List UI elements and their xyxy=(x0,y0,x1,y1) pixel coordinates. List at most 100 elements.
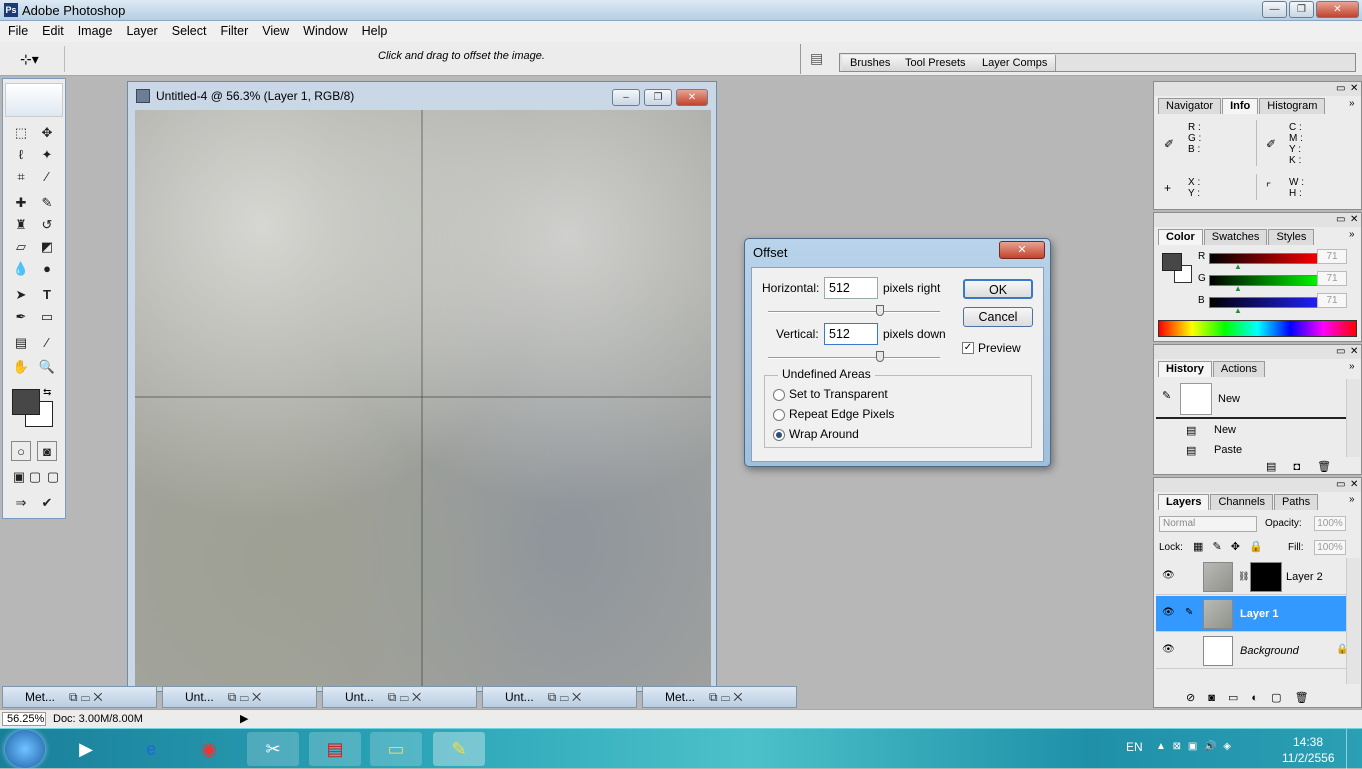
channel-g-thumb[interactable]: ▲ xyxy=(1234,284,1242,293)
tab-styles[interactable]: Styles xyxy=(1268,229,1315,245)
tab-actions[interactable]: Actions xyxy=(1212,361,1265,377)
standard-mode-icon[interactable]: ○ xyxy=(11,441,31,461)
fill-value[interactable]: 100% xyxy=(1314,540,1346,555)
close-button[interactable]: ✕ xyxy=(1316,1,1359,18)
vertical-input[interactable]: 512 xyxy=(824,323,878,345)
panel-minimize-icon[interactable]: ▭ xyxy=(1336,214,1345,225)
layers-scrollbar[interactable] xyxy=(1346,558,1360,684)
menu-window[interactable]: Window xyxy=(295,21,353,38)
history-scrollbar[interactable] xyxy=(1346,379,1360,457)
tab-info[interactable]: Info xyxy=(1222,98,1259,114)
panel-minimize-icon[interactable]: ▭ xyxy=(1336,346,1345,357)
history-item[interactable]: ▤ New xyxy=(1156,421,1346,441)
color-ramp[interactable] xyxy=(1158,320,1357,337)
language-indicator[interactable]: EN xyxy=(1126,740,1143,754)
slice-tool-icon[interactable]: ∕ xyxy=(37,167,57,187)
channel-g-slider[interactable] xyxy=(1209,275,1323,286)
doc-restore-button[interactable]: ❐ xyxy=(644,89,672,106)
edit-in-imageready-icon[interactable]: ✔ xyxy=(37,493,57,513)
channel-r-value[interactable]: 71 xyxy=(1317,249,1347,264)
panel-menu-icon[interactable]: » xyxy=(1349,361,1355,372)
screen-mode-full-icon[interactable]: ▢ xyxy=(43,467,63,487)
panel-close-icon[interactable]: ✕ xyxy=(1350,83,1358,94)
doc-close-button[interactable]: ✕ xyxy=(676,89,708,106)
minidoc-controls-icon[interactable]: ⧉ ▭ ✕ xyxy=(228,690,262,704)
minidoc-controls-icon[interactable]: ⧉ ▭ ✕ xyxy=(709,690,743,704)
visibility-eye-icon[interactable]: 👁 xyxy=(1162,644,1175,655)
menu-select[interactable]: Select xyxy=(164,21,213,38)
status-menu-arrow-icon[interactable]: ▶ xyxy=(240,712,248,725)
menu-filter[interactable]: Filter xyxy=(212,21,254,38)
panel-menu-icon[interactable]: » xyxy=(1349,494,1355,505)
channel-g-value[interactable]: 71 xyxy=(1317,271,1347,286)
radio-wrap-around[interactable] xyxy=(773,429,785,441)
healing-brush-icon[interactable]: ✚ xyxy=(11,193,31,213)
history-brush-icon[interactable]: ↺ xyxy=(37,215,57,235)
stamp-tool-icon[interactable]: ♜ xyxy=(11,215,31,235)
history-item[interactable]: ▤ Paste xyxy=(1156,441,1346,461)
tab-channels[interactable]: Channels xyxy=(1210,494,1273,510)
doc-minimize-button[interactable]: – xyxy=(612,89,640,106)
history-snapshot[interactable]: ✎ New xyxy=(1156,379,1348,419)
restore-button[interactable]: ❐ xyxy=(1289,1,1314,18)
minimize-button[interactable]: — xyxy=(1262,1,1287,18)
path-selection-icon[interactable]: ➤ xyxy=(11,285,31,305)
radio-set-to-transparent[interactable] xyxy=(773,389,785,401)
panel-menu-icon[interactable]: » xyxy=(1349,98,1355,109)
jump-to-imageready-icon[interactable]: ⇒ xyxy=(11,493,31,513)
paint-bucket-icon[interactable]: ◩ xyxy=(37,237,57,257)
minimized-doc-3[interactable]: Unt... ⧉ ▭ ✕ xyxy=(322,686,477,708)
panel-close-icon[interactable]: ✕ xyxy=(1350,479,1358,490)
dialog-close-button[interactable]: ✕ xyxy=(999,241,1045,259)
panel-minimize-icon[interactable]: ▭ xyxy=(1336,83,1345,94)
panel-menu-icon[interactable]: » xyxy=(1349,229,1355,240)
minimized-doc-1[interactable]: Met... ⧉ ▭ ✕ xyxy=(2,686,157,708)
minidoc-controls-icon[interactable]: ⧉ ▭ ✕ xyxy=(388,690,422,704)
internet-explorer-icon[interactable]: e xyxy=(125,732,177,766)
cancel-button[interactable]: Cancel xyxy=(963,307,1033,327)
radio-repeat-edge-pixels[interactable] xyxy=(773,409,785,421)
tab-swatches[interactable]: Swatches xyxy=(1203,229,1268,245)
horizontal-input[interactable]: 512 xyxy=(824,277,878,299)
zoom-level[interactable]: 56.25% xyxy=(2,712,46,726)
layer-row-layer-2[interactable]: 👁 ⛓ Layer 2 xyxy=(1156,559,1346,595)
channel-r-slider[interactable] xyxy=(1209,253,1323,264)
start-button[interactable] xyxy=(5,730,45,768)
file-explorer-icon[interactable]: ▭ xyxy=(370,732,422,766)
panel-close-icon[interactable]: ✕ xyxy=(1350,346,1358,357)
show-desktop-button[interactable] xyxy=(1346,729,1362,769)
notes-tool-icon[interactable]: ▤ xyxy=(11,333,31,353)
tab-paths[interactable]: Paths xyxy=(1273,494,1319,510)
panel-minimize-icon[interactable]: ▭ xyxy=(1336,479,1345,490)
type-tool-icon[interactable]: T xyxy=(37,285,57,305)
image-canvas[interactable] xyxy=(135,110,711,687)
tab-tool-presets[interactable]: Tool Presets xyxy=(897,55,975,71)
minimized-doc-4[interactable]: Unt... ⧉ ▭ ✕ xyxy=(482,686,637,708)
rectangle-tool-icon[interactable]: ▭ xyxy=(37,307,57,327)
lasso-tool-icon[interactable]: ℓ xyxy=(11,145,31,165)
photoshop-taskbar-icon[interactable]: ✎ xyxy=(433,732,485,766)
ok-button[interactable]: OK xyxy=(963,279,1033,299)
eraser-tool-icon[interactable]: ▱ xyxy=(11,237,31,257)
layer-mask-thumbnail[interactable] xyxy=(1250,562,1282,592)
zoom-tool-icon[interactable]: 🔍 xyxy=(37,357,57,377)
layer-row-layer-1[interactable]: 👁 ✎ Layer 1 xyxy=(1156,596,1346,632)
horizontal-slider[interactable] xyxy=(768,311,940,313)
opacity-value[interactable]: 100% xyxy=(1314,516,1346,531)
menu-file[interactable]: File xyxy=(0,21,34,38)
winrar-icon[interactable]: ▤ xyxy=(309,732,361,766)
pen-tool-icon[interactable]: ✒ xyxy=(11,307,31,327)
clock-time[interactable]: 14:38 xyxy=(1293,735,1323,749)
tray-icons[interactable]: ▲ ⊠ ▣ 🔊 ◈ xyxy=(1156,741,1231,752)
menu-edit[interactable]: Edit xyxy=(34,21,70,38)
foreground-color-swatch-top[interactable] xyxy=(12,389,40,415)
marquee-tool-icon[interactable]: ⬚ xyxy=(11,123,31,143)
magic-wand-icon[interactable]: ✦ xyxy=(37,145,57,165)
channel-b-value[interactable]: 71 xyxy=(1317,293,1347,308)
crop-tool-icon[interactable]: ⌗ xyxy=(11,167,31,187)
tab-layer-comps[interactable]: Layer Comps xyxy=(974,55,1057,71)
channel-r-thumb[interactable]: ▲ xyxy=(1234,262,1242,271)
menu-image[interactable]: Image xyxy=(70,21,119,38)
preview-checkbox[interactable]: ✓ xyxy=(962,342,974,354)
tab-layers[interactable]: Layers xyxy=(1158,494,1210,510)
